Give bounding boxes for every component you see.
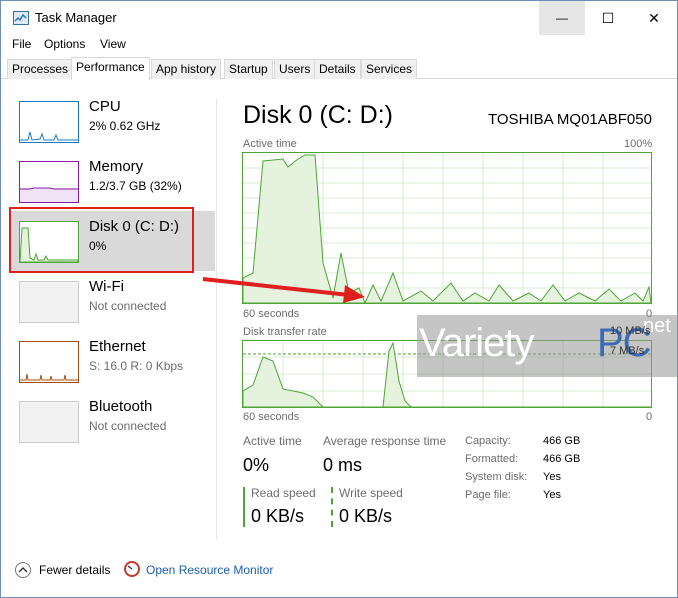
memory-thumbnail-graph <box>19 161 79 203</box>
tab-app-history[interactable]: App history <box>151 59 222 79</box>
minimize-button[interactable]: — <box>539 1 585 35</box>
menu-bar: File Options View <box>1 35 677 55</box>
write-speed-label: Write speed <box>339 486 403 500</box>
read-speed-value: 0 KB/s <box>251 506 305 526</box>
sidebar-item-value: Not connected <box>89 419 167 433</box>
page-file-value: Yes <box>543 489 561 501</box>
chevron-up-icon[interactable] <box>15 562 31 578</box>
ethernet-thumbnail-graph <box>19 341 79 383</box>
tab-startup[interactable]: Startup <box>224 59 273 79</box>
active-time-graph-max: 100% <box>624 138 653 150</box>
tab-services[interactable]: Services <box>361 59 418 79</box>
maximize-icon: ☐ <box>601 9 615 26</box>
transfer-rate-graph-label: Disk transfer rate <box>243 326 327 338</box>
capacity-value: 466 GB <box>543 435 581 447</box>
watermark-text: Variety <box>419 321 535 365</box>
tab-strip: Processes Performance App history Startu… <box>1 57 677 80</box>
transfer-rate-graph-max: 10 MB/s <box>610 325 651 337</box>
system-disk-value: Yes <box>543 471 561 483</box>
menu-view[interactable]: View <box>100 37 126 51</box>
watermark-logo: Variety PC net 10 MB/s 7 MB/s <box>417 315 678 377</box>
menu-options[interactable]: Options <box>44 37 85 51</box>
close-button[interactable]: ✕ <box>631 1 677 35</box>
write-speed-value: 0 KB/s <box>339 506 393 526</box>
footer-bar: Fewer details Open Resource Monitor <box>1 557 677 587</box>
wifi-thumbnail-graph <box>19 281 79 323</box>
transfer-rate-graph-mid: 7 MB/s <box>610 345 645 357</box>
active-time-value: 0% <box>243 455 270 475</box>
transfer-rate-min: 0 <box>646 411 653 423</box>
sidebar-item-label: Bluetooth <box>89 398 153 415</box>
sidebar-item-label: Ethernet <box>89 338 146 355</box>
sidebar-item-wifi[interactable]: Wi-Fi Not connected <box>9 271 215 331</box>
cpu-thumbnail-graph <box>19 101 79 143</box>
sidebar-item-ethernet[interactable]: Ethernet S: 16.0 R: 0 Kbps <box>9 331 215 391</box>
page-title: Disk 0 (C: D:) <box>243 101 393 129</box>
sidebar-item-label: Memory <box>89 158 144 175</box>
open-resource-monitor-link[interactable]: Open Resource Monitor <box>146 563 273 577</box>
sidebar-item-label: CPU <box>89 98 121 115</box>
maximize-button[interactable]: ☐ <box>585 1 631 35</box>
disk-model: TOSHIBA MQ01ABF050 <box>488 111 652 128</box>
sidebar-item-value: 1.2/3.7 GB (32%) <box>89 179 182 193</box>
formatted-label: Formatted: <box>465 453 519 465</box>
sidebar-item-value: 2% 0.62 GHz <box>89 119 161 133</box>
tab-processes[interactable]: Processes <box>7 59 74 79</box>
formatted-value: 466 GB <box>543 453 581 465</box>
avg-response-value: 0 ms <box>323 455 363 475</box>
task-manager-app-icon <box>13 11 29 25</box>
read-speed-indicator <box>243 487 245 527</box>
active-time-x-label: 60 seconds <box>243 308 300 320</box>
write-speed-indicator <box>331 487 333 527</box>
sidebar-item-memory[interactable]: Memory 1.2/3.7 GB (32%) <box>9 151 215 211</box>
close-icon: ✕ <box>648 9 660 26</box>
avg-response-label: Average response time <box>323 434 447 448</box>
fewer-details-link[interactable]: Fewer details <box>39 563 110 577</box>
sidebar-item-bluetooth[interactable]: Bluetooth Not connected <box>9 391 215 451</box>
selected-item-highlight-box <box>9 207 194 273</box>
capacity-label: Capacity: <box>465 435 511 447</box>
sidebar-item-value: Not connected <box>89 299 167 313</box>
resource-monitor-icon[interactable] <box>124 561 140 577</box>
read-speed-label: Read speed <box>251 486 316 500</box>
bluetooth-thumbnail-graph <box>19 401 79 443</box>
tab-performance[interactable]: Performance <box>71 57 150 80</box>
sidebar-item-value: S: 16.0 R: 0 Kbps <box>89 359 184 373</box>
tab-details[interactable]: Details <box>314 59 361 79</box>
active-time-label: Active time <box>243 434 302 448</box>
panel-divider <box>216 99 217 539</box>
active-time-graph-label: Active time <box>243 138 297 150</box>
minimize-icon: — <box>556 11 568 25</box>
page-file-label: Page file: <box>465 489 511 501</box>
sidebar-item-cpu[interactable]: CPU 2% 0.62 GHz <box>9 91 215 151</box>
title-bar[interactable]: Task Manager — ☐ ✕ <box>1 1 677 35</box>
menu-file[interactable]: File <box>12 37 31 51</box>
tab-users[interactable]: Users <box>274 59 316 79</box>
sidebar-item-label: Wi-Fi <box>89 278 124 295</box>
task-manager-window: Task Manager — ☐ ✕ File Options View Pro… <box>0 0 678 598</box>
window-title: Task Manager <box>35 10 117 25</box>
resource-list: CPU 2% 0.62 GHz Memory 1.2/3.7 GB (32%) … <box>9 91 215 541</box>
red-arrow-annotation <box>202 277 365 303</box>
transfer-rate-x-label: 60 seconds <box>243 411 300 423</box>
system-disk-label: System disk: <box>465 471 528 483</box>
